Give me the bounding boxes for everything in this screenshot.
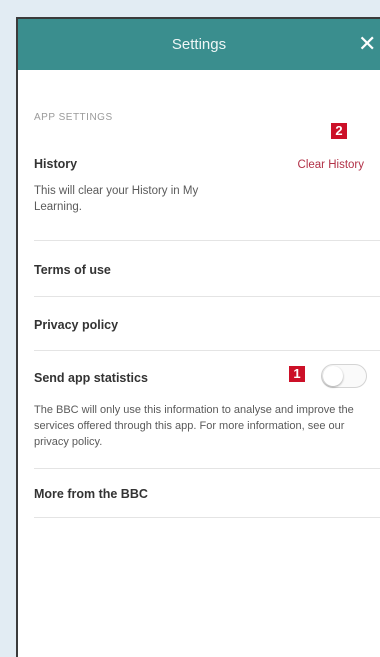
page-title: Settings (171, 36, 227, 53)
divider (34, 468, 380, 469)
callout-badge-1: 1 (289, 366, 305, 382)
divider (34, 350, 380, 351)
history-title: History (34, 157, 78, 171)
settings-header: Settings ✕ (18, 19, 380, 70)
statistics-description: The BBC will only use this information t… (34, 404, 354, 448)
send-app-statistics-toggle[interactable] (321, 364, 367, 388)
settings-screen: Settings ✕ APP SETTINGS History This wil… (16, 17, 380, 657)
section-label-app-settings: APP SETTINGS (34, 112, 113, 123)
history-description: This will clear your History in My Learn… (34, 185, 199, 213)
send-app-statistics-title: Send app statistics (34, 371, 148, 385)
terms-of-use-link[interactable]: Terms of use (34, 263, 111, 277)
divider (34, 240, 380, 241)
divider (34, 296, 380, 297)
close-icon[interactable]: ✕ (358, 31, 380, 57)
more-from-bbc-link[interactable]: More from the BBC (34, 487, 148, 501)
privacy-policy-link[interactable]: Privacy policy (34, 318, 118, 332)
clear-history-button[interactable]: Clear History (298, 159, 364, 171)
divider (34, 517, 380, 518)
callout-badge-2: 2 (331, 123, 347, 139)
toggle-knob (323, 366, 343, 386)
